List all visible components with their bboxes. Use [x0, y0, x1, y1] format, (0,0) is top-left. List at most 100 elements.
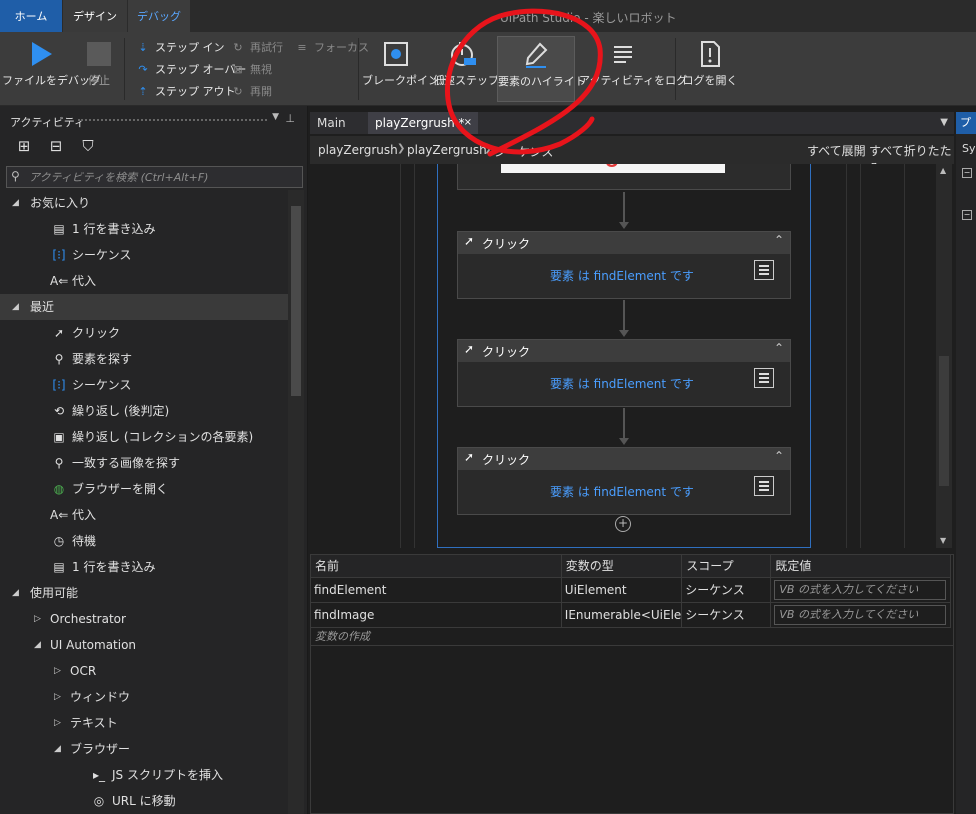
default-value-input[interactable] — [774, 579, 947, 600]
scroll-up-icon[interactable]: ▲ — [940, 166, 946, 175]
workflow-canvas[interactable]: O ➚ クリック ⌃ 要素 は findElement です ➚ クリック ⌃ … — [310, 164, 936, 548]
close-icon[interactable]: × — [464, 112, 472, 134]
tree-node-ui-automation[interactable]: ◢ UI Automation — [0, 632, 288, 658]
open-logs-button[interactable]: ログを開く — [682, 36, 738, 102]
click-activity[interactable]: ➚ クリック ⌃ 要素 は findElement です — [457, 231, 791, 299]
breadcrumb-item[interactable]: playZergrush — [318, 143, 398, 157]
tree-node-window[interactable]: ▷ ウィンドウ — [0, 684, 288, 710]
collapse-box-icon[interactable]: − — [962, 210, 972, 220]
panel-dropdown-icon[interactable]: ▼ — [272, 112, 279, 122]
section-favorites[interactable]: ◢ お気に入り — [0, 190, 288, 216]
properties-item[interactable]: Sy — [962, 142, 976, 155]
expand-all-link[interactable]: すべて展開 — [807, 142, 866, 159]
column-header-name[interactable]: 名前 — [311, 555, 562, 578]
variable-name[interactable]: findImage — [311, 602, 562, 628]
hamburger-menu-icon[interactable] — [754, 476, 774, 496]
tree-node-orchestrator[interactable]: ▷ Orchestrator — [0, 606, 288, 632]
list-item[interactable]: ▤ 1 行を書き込み — [0, 554, 288, 580]
list-item[interactable]: ◍ ブラウザーを開く — [0, 476, 288, 502]
list-item[interactable]: ◎ URL に移動 — [0, 788, 288, 814]
previous-activity[interactable]: O — [457, 164, 791, 190]
scrollbar-thumb[interactable] — [291, 206, 301, 396]
tab-debug[interactable]: デバッグ — [128, 0, 190, 32]
click-activity[interactable]: ➚ クリック ⌃ 要素 は findElement です — [457, 447, 791, 515]
step-into-button[interactable]: ⇣ ステップ イン — [135, 38, 224, 58]
highlight-elements-button[interactable]: 要素のハイライト — [497, 36, 586, 102]
list-item[interactable]: ◷ 待機 — [0, 528, 288, 554]
scroll-down-icon[interactable]: ▼ — [940, 536, 946, 545]
tree-node-ocr[interactable]: ▷ OCR — [0, 658, 288, 684]
activity-search[interactable]: ⚲ — [6, 166, 303, 188]
create-variable-link[interactable]: 変数の作成 — [311, 628, 953, 646]
tab-design[interactable]: デザイン — [63, 0, 127, 32]
list-item[interactable]: ▣ 繰り返し (コレクションの各要素) — [0, 424, 288, 450]
retry-button[interactable]: ↻ 再試行 — [230, 38, 283, 58]
tab-playzergrush[interactable]: playZergrush * × — [368, 112, 478, 134]
collapse-chevron-icon[interactable]: ⌃ — [774, 341, 784, 355]
expand-all-icon[interactable]: ⊞ — [14, 136, 34, 156]
activity-search-input[interactable] — [29, 168, 289, 186]
list-item-label: シーケンス — [72, 248, 132, 262]
list-item[interactable]: ➚ クリック — [0, 320, 288, 346]
filter-icon[interactable]: ⛉ — [78, 136, 98, 156]
table-row[interactable]: findImage IEnumerable<UiEle シーケンス — [311, 602, 951, 628]
scrollbar-thumb[interactable] — [939, 356, 949, 486]
list-item[interactable]: A⇐ 代入 — [0, 268, 288, 294]
add-activity-icon[interactable]: + — [615, 516, 631, 532]
tab-home[interactable]: ホーム — [0, 0, 62, 32]
stopwatch-icon — [451, 42, 476, 66]
collapse-all-icon[interactable]: ⊟ — [46, 136, 66, 156]
breadcrumb-item[interactable]: シーケンス — [494, 143, 553, 160]
restart-button[interactable]: ↻ 再開 — [230, 82, 272, 102]
column-header-type[interactable]: 変数の型 — [561, 555, 683, 578]
ignore-button[interactable]: ⊠ 無視 — [230, 60, 272, 80]
properties-panel-title[interactable]: プ — [956, 112, 976, 134]
breadcrumb-item[interactable]: playZergrush — [407, 143, 487, 157]
ignore-icon: ⊠ — [233, 63, 243, 76]
stop-button[interactable]: 停止 — [82, 36, 116, 102]
list-item-label: 待機 — [72, 534, 97, 548]
collapse-box-icon[interactable]: − — [962, 168, 972, 178]
variable-type[interactable]: IEnumerable<UiEle — [561, 602, 683, 628]
list-item[interactable]: ▸_ JS スクリプトを挿入 — [0, 762, 288, 788]
variable-name[interactable]: findElement — [311, 577, 562, 603]
variable-scope[interactable]: シーケンス — [681, 577, 772, 603]
collapsed-triangle-icon: ▷ — [54, 666, 61, 676]
click-activity[interactable]: ➚ クリック ⌃ 要素 は findElement です — [457, 339, 791, 407]
list-item[interactable]: A⇐ 代入 — [0, 502, 288, 528]
hamburger-menu-icon[interactable] — [754, 368, 774, 388]
hamburger-menu-icon[interactable] — [754, 260, 774, 280]
list-item[interactable]: ⚲ 一致する画像を探す — [0, 450, 288, 476]
section-recent[interactable]: ◢ 最近 — [0, 294, 288, 320]
activity-target-link[interactable]: 要素 は findElement です — [550, 483, 694, 500]
pin-icon[interactable]: ⊥ — [285, 112, 295, 125]
list-item[interactable]: [⁝] シーケンス — [0, 242, 288, 268]
tree-node-label: ウィンドウ — [70, 690, 131, 704]
list-item[interactable]: ⟲ 繰り返し (後判定) — [0, 398, 288, 424]
slow-step-button[interactable]: 低速ステップ — [433, 36, 499, 102]
list-item[interactable]: [⁝] シーケンス — [0, 372, 288, 398]
tree-node-browser[interactable]: ◢ ブラウザー — [0, 736, 288, 762]
variable-type[interactable]: UiElement — [561, 577, 683, 603]
default-value-input[interactable] — [774, 604, 947, 625]
collapse-chevron-icon[interactable]: ⌃ — [774, 449, 784, 463]
step-out-button[interactable]: ⇡ ステップ アウト — [135, 82, 235, 102]
list-item[interactable]: ⚲ 要素を探す — [0, 346, 288, 372]
canvas-scrollbar[interactable]: ▲ ▼ — [936, 164, 952, 548]
variable-scope[interactable]: シーケンス — [681, 602, 772, 628]
table-row[interactable]: findElement UiElement シーケンス — [311, 577, 951, 603]
list-item[interactable]: ▤ 1 行を書き込み — [0, 216, 288, 242]
log-activities-button[interactable]: アクティビティをログ — [579, 36, 687, 102]
column-header-default[interactable]: 既定値 — [770, 555, 951, 578]
chevron-down-icon[interactable]: ▼ — [940, 112, 948, 134]
activity-target-link[interactable]: 要素 は findElement です — [550, 375, 694, 392]
collapse-chevron-icon[interactable]: ⌃ — [774, 233, 784, 247]
activities-scrollbar[interactable] — [288, 190, 304, 814]
section-available[interactable]: ◢ 使用可能 — [0, 580, 288, 606]
debug-file-button[interactable]: ファイルをデバッグ — [2, 36, 101, 102]
activity-target-link[interactable]: 要素 は findElement です — [550, 267, 694, 284]
tree-node-text[interactable]: ▷ テキスト — [0, 710, 288, 736]
tab-main[interactable]: Main — [310, 112, 353, 134]
breakpoint-button[interactable]: ブレークポイント — [362, 36, 450, 102]
column-header-scope[interactable]: スコープ — [681, 555, 772, 578]
